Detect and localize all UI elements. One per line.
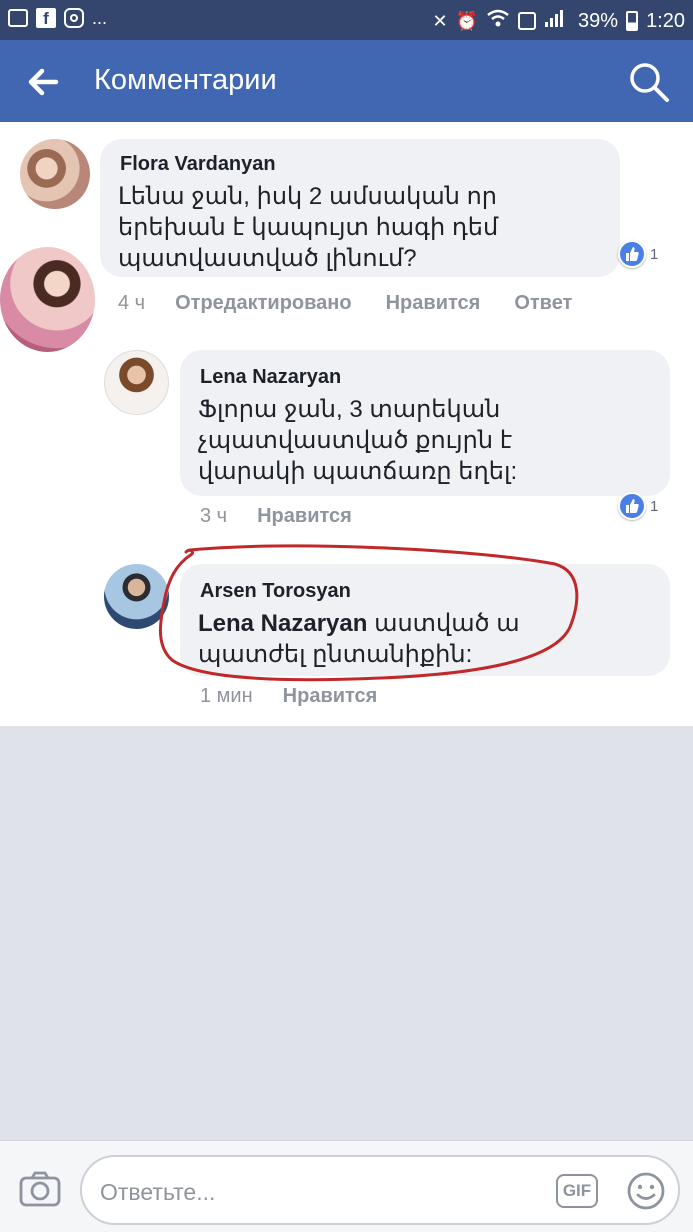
- camera-icon[interactable]: [18, 1169, 62, 1209]
- reply-button[interactable]: Ответ: [514, 292, 572, 314]
- gif-button[interactable]: GIF: [556, 1174, 598, 1208]
- edited-label: Отредактировано: [175, 292, 352, 314]
- mute-icon: ✕: [432, 10, 448, 31]
- emoji-icon[interactable]: [626, 1171, 666, 1211]
- search-icon[interactable]: [625, 58, 673, 106]
- reply-composer: Ответьте... GIF: [0, 1140, 693, 1232]
- wifi-icon: [486, 8, 510, 34]
- comments-list: Flora Vardanyan Լենա ջան, իսկ 2 ամսական …: [0, 122, 693, 726]
- like-reaction-icon: [618, 492, 646, 520]
- comment-text: Լենա ջան, իսկ 2 ամսական որ երեխան է կապո…: [118, 183, 499, 272]
- page-title: Комментарии: [94, 64, 277, 96]
- signal-icon: [544, 8, 570, 34]
- avatar[interactable]: [104, 350, 169, 415]
- clock: 1:20: [646, 9, 685, 32]
- comment-time: 3 ч: [200, 505, 228, 527]
- comment-author[interactable]: Lena Nazaryan: [200, 366, 341, 389]
- comment-bubble[interactable]: Lena Nazaryan Ֆլորա ջան, 3 տարեկան չպատվ…: [180, 350, 670, 496]
- instagram-notification-icon: [64, 8, 84, 28]
- alarm-icon: ⏰: [455, 10, 479, 31]
- comment-meta: 4 ч Отредактировано Нравится Ответ: [118, 292, 572, 315]
- comment-time: 4 ч: [118, 292, 146, 314]
- sim-icon: [518, 12, 537, 30]
- comment-text: Ֆլորա ջան, 3 տարեկան չպատվաստված քույրն …: [198, 396, 518, 485]
- reaction-count[interactable]: 1: [618, 492, 658, 520]
- like-button[interactable]: Нравится: [257, 505, 352, 527]
- more-notifications-indicator: ...: [92, 8, 108, 28]
- battery-icon: [626, 11, 639, 31]
- comment-meta: 3 ч Нравится: [200, 505, 352, 528]
- app-header: Комментарии: [0, 40, 693, 122]
- avatar[interactable]: [0, 247, 95, 352]
- avatar[interactable]: [20, 139, 90, 209]
- facebook-notification-icon: f: [36, 8, 56, 28]
- highlight-annotation: [158, 544, 579, 682]
- status-bar: f ... ✕ ⏰ 39% 1:20: [0, 0, 693, 40]
- reaction-number: 1: [650, 497, 659, 515]
- reaction-count[interactable]: 1: [618, 240, 658, 268]
- reply-input[interactable]: Ответьте... GIF: [80, 1155, 680, 1225]
- like-button[interactable]: Нравится: [386, 292, 481, 314]
- back-arrow-icon[interactable]: [22, 62, 66, 102]
- gallery-notification-icon: [8, 9, 28, 27]
- battery-percent: 39%: [578, 9, 619, 32]
- reply-placeholder: Ответьте...: [100, 1179, 216, 1205]
- comment-author[interactable]: Flora Vardanyan: [120, 153, 276, 176]
- comment-bubble[interactable]: Flora Vardanyan Լենա ջան, իսկ 2 ամսական …: [100, 139, 620, 277]
- like-reaction-icon: [618, 240, 646, 268]
- reaction-number: 1: [650, 245, 659, 263]
